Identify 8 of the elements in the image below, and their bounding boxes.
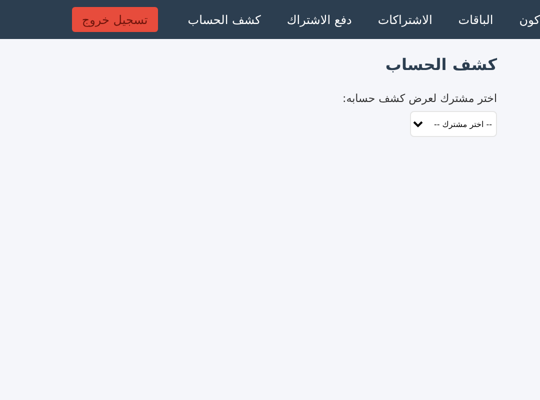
- nav-link[interactable]: دفع الاشتراك: [286, 12, 352, 26]
- nav-link[interactable]: كون: [519, 12, 540, 26]
- nav-link[interactable]: الباقات: [458, 12, 494, 26]
- select-label: اختر مشترك لعرض كشف حسابه:: [342, 92, 497, 105]
- nav-link[interactable]: كشف الحساب: [188, 12, 261, 26]
- page-title: كشف الحساب: [385, 55, 497, 74]
- subscriber-select[interactable]: -- اختر مشترك --: [410, 111, 497, 137]
- nav-link[interactable]: الاشتراكات: [378, 12, 432, 26]
